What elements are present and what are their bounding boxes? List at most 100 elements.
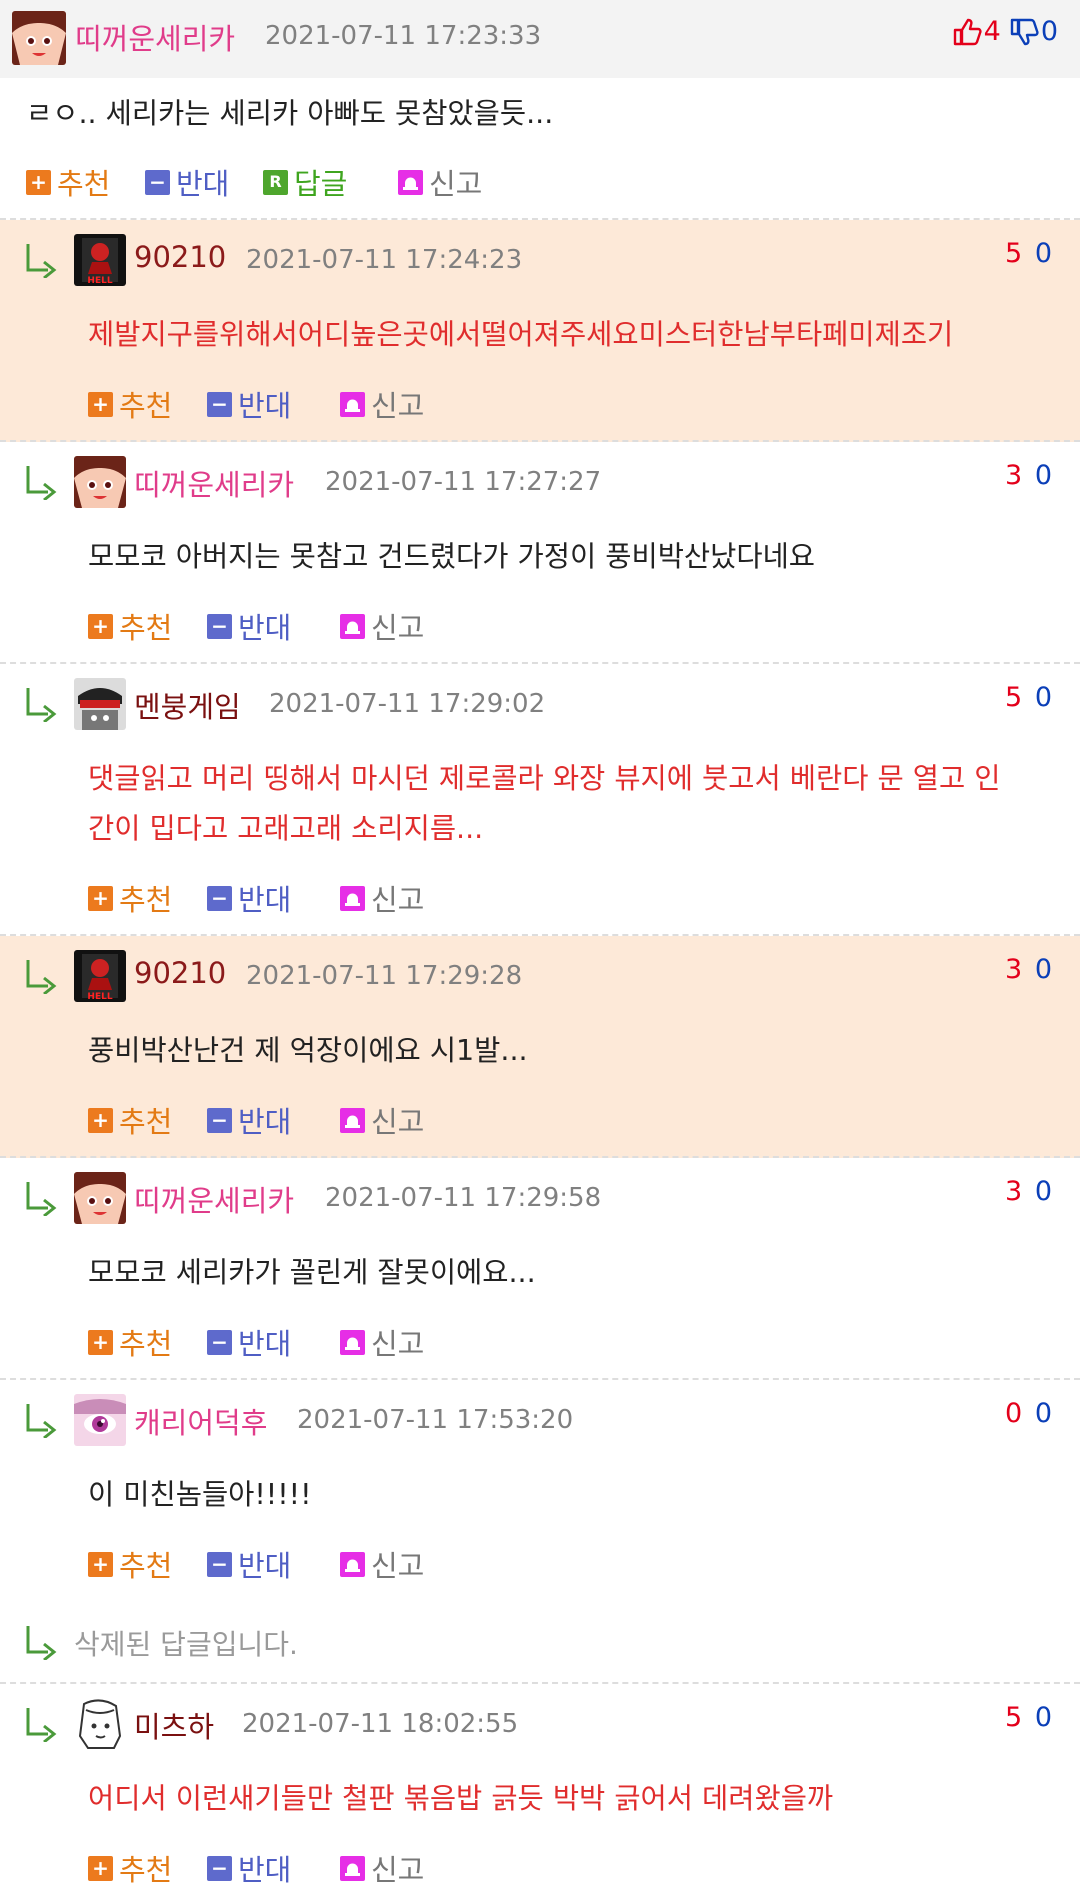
upvote-count: 5 [1005,1702,1025,1733]
report-button[interactable]: 신고 [340,1848,424,1888]
avatar[interactable]: HELL [74,234,126,286]
oppose-label: 반대 [238,1549,292,1583]
thumbs-up-icon[interactable] [952,17,982,47]
upvote-count: 5 [1005,238,1025,269]
nickname[interactable]: 띠꺼운세리카 [134,462,294,504]
oppose-button[interactable]: − 반대 [207,384,291,424]
nickname[interactable]: 띠꺼운세리카 [134,1178,294,1220]
report-button[interactable]: 신고 [340,606,424,646]
upvote-count: 3 [1005,954,1025,985]
vote-counts: 3 0 [1005,1176,1054,1207]
recommend-button[interactable]: + 추천 [26,162,110,202]
avatar[interactable] [74,1172,126,1224]
avatar[interactable]: HELL [74,950,126,1002]
report-label: 신고 [371,1105,425,1139]
recommend-label: 추천 [119,1327,173,1361]
recommend-label: 추천 [119,883,173,917]
downvote-count: 0 [1034,1398,1054,1429]
timestamp: 2021-07-11 17:27:27 [325,467,602,497]
report-button[interactable]: 신고 [340,1544,424,1584]
plus-icon: + [88,1551,113,1577]
recommend-button[interactable]: + 추천 [88,1322,172,1362]
oppose-button[interactable]: − 반대 [207,606,291,646]
oppose-button[interactable]: − 반대 [207,1544,291,1584]
upvote-count: 0 [1005,1398,1025,1429]
report-button[interactable]: 신고 [398,162,482,202]
nickname[interactable]: 캐리어덕후 [134,1400,267,1442]
comment-actions: + 추천 − 반대 R 답글 신고 [26,162,526,202]
reply-comment: 띠꺼운세리카 2021-07-11 17:29:58 3 0 모모코 세리카가 … [0,1158,1080,1380]
nickname[interactable]: 미츠하 [134,1704,214,1746]
comment-text: 모모코 세리카가 꼴린게 잘못이에요... [88,1256,536,1289]
oppose-button[interactable]: − 반대 [207,878,291,918]
reply-arrow-icon [26,1626,57,1660]
comment-page: 띠꺼운세리카 2021-07-11 17:23:33 4 0 ㄹㅇ.. 세리카는… [0,0,1080,1901]
avatar[interactable] [74,678,126,730]
recommend-button[interactable]: + 추천 [88,1848,172,1888]
avatar[interactable] [74,1698,126,1750]
comment-actions: + 추천 − 반대 신고 [88,878,488,918]
upvote-count: 4 [983,16,1001,47]
oppose-button[interactable]: − 반대 [207,1322,291,1362]
nickname[interactable]: 90210 [134,240,226,274]
nickname[interactable]: 띠꺼운세리카 [75,16,235,58]
oppose-button[interactable]: − 반대 [145,162,229,202]
minus-icon: − [145,169,170,195]
comment-actions: + 추천 − 반대 신고 [88,1322,488,1362]
comment-actions: + 추천 − 반대 신고 [88,1100,488,1140]
recommend-button[interactable]: + 추천 [88,384,172,424]
downvote-count: 0 [1034,460,1054,491]
timestamp: 2021-07-11 17:23:33 [265,21,542,51]
reply-arrow-icon [26,960,57,994]
report-label: 신고 [429,167,483,201]
reply-arrow-icon [26,1404,57,1438]
timestamp: 2021-07-11 17:29:02 [269,689,546,719]
reply-comment: HELL 90210 2021-07-11 17:24:23 5 0 제발지구를… [0,220,1080,442]
avatar[interactable] [74,1394,126,1446]
reply-comment: HELL 90210 2021-07-11 17:29:28 3 0 풍비박산난… [0,936,1080,1158]
downvote-count: 0 [1034,682,1054,713]
downvote-count: 0 [1034,238,1054,269]
comment-actions: + 추천 − 반대 신고 [88,606,488,646]
oppose-button[interactable]: − 반대 [207,1848,291,1888]
oppose-label: 반대 [238,389,292,423]
siren-icon [340,391,365,417]
minus-icon: − [207,613,232,639]
report-button[interactable]: 신고 [340,1100,424,1140]
thumbs-down-icon[interactable] [1009,17,1039,47]
downvote-count: 0 [1040,16,1058,47]
minus-icon: − [207,391,232,417]
siren-icon [398,169,423,195]
report-button[interactable]: 신고 [340,878,424,918]
oppose-label: 반대 [238,1105,292,1139]
deleted-reply: 삭제된 답글입니다. [0,1602,1080,1684]
recommend-button[interactable]: + 추천 [88,878,172,918]
minus-icon: − [207,1551,232,1577]
comment-text-line-1: 댓글읽고 머리 띵해서 마시던 제로콜라 와장 뷰지에 붓고서 베란다 문 열고… [88,762,1001,795]
downvote-count: 0 [1034,1702,1054,1733]
plus-icon: + [88,391,113,417]
vote-counts: 5 0 [1005,1702,1054,1733]
avatar[interactable] [74,456,126,508]
reply-button[interactable]: R 답글 [263,162,347,202]
avatar[interactable] [12,11,66,65]
recommend-button[interactable]: + 추천 [88,606,172,646]
report-label: 신고 [371,611,425,645]
reply-arrow-icon [26,688,57,722]
comment-actions: + 추천 − 반대 신고 [88,1848,488,1888]
recommend-label: 추천 [57,167,111,201]
comment-text-line-2: 간이 밉다고 고래고래 소리지름... [88,812,484,845]
nickname[interactable]: 90210 [134,956,226,990]
report-button[interactable]: 신고 [340,1322,424,1362]
report-button[interactable]: 신고 [340,384,424,424]
report-label: 신고 [371,1327,425,1361]
report-label: 신고 [371,1549,425,1583]
recommend-button[interactable]: + 추천 [88,1100,172,1140]
nickname[interactable]: 멘붕게임 [134,684,241,726]
oppose-button[interactable]: − 반대 [207,1100,291,1140]
recommend-button[interactable]: + 추천 [88,1544,172,1584]
siren-icon [340,885,365,911]
vote-box: 4 0 [952,16,1058,47]
svg-text:HELL: HELL [87,992,112,1002]
parent-comment-body: ㄹㅇ.. 세리카는 세리카 아빠도 못참았을듯... + 추천 − 반대 R 답글 신… [0,78,1080,220]
